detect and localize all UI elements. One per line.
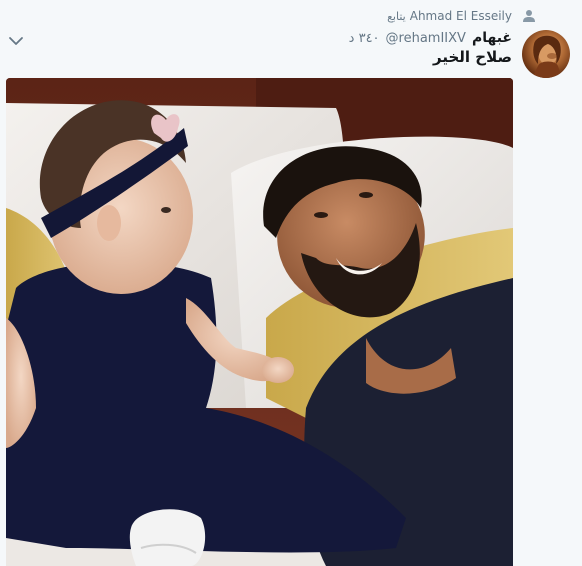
tweet[interactable]: Ahmad El Esseily يتابع غبهام @rehamIIXV … [0, 0, 582, 566]
user-handle[interactable]: @rehamIIXV [386, 31, 466, 46]
tweet-timestamp[interactable]: ٣٤٠ د [349, 31, 380, 46]
avatar[interactable] [522, 30, 570, 78]
social-context-action: يتابع [387, 9, 406, 23]
social-context-name[interactable]: Ahmad El Esseily [410, 9, 512, 23]
tweet-text: صلاح الخير [433, 48, 512, 66]
person-icon [522, 9, 536, 23]
user-fullname[interactable]: غبهام [472, 30, 512, 46]
tweet-photo[interactable] [6, 78, 513, 566]
tweet-header: غبهام @rehamIIXV ٣٤٠ د [349, 28, 512, 48]
chevron-down-icon[interactable] [8, 32, 24, 45]
social-context: Ahmad El Esseily يتابع [387, 8, 536, 24]
